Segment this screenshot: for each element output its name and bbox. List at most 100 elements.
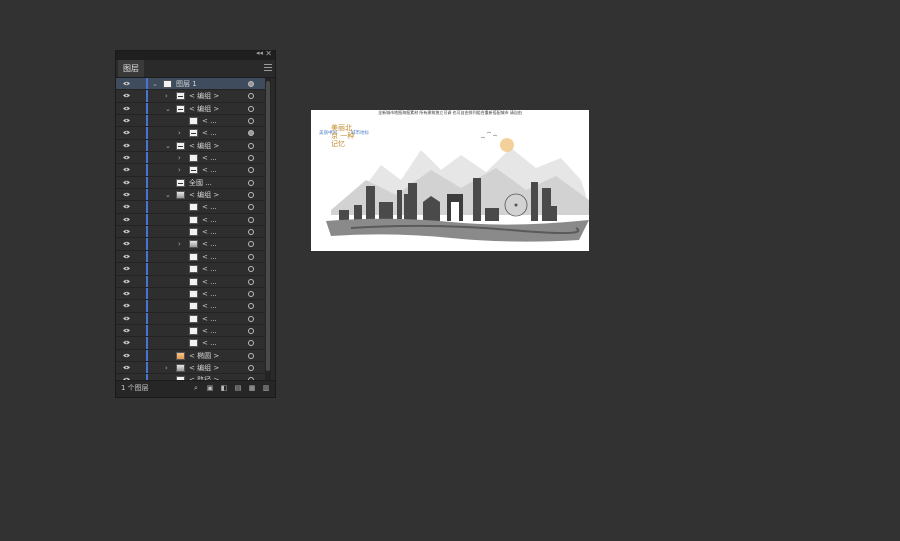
layer-row[interactable]: < ... [116, 213, 266, 227]
visibility-eye-icon[interactable] [123, 353, 130, 358]
layer-name[interactable]: < 编组 > [189, 90, 219, 102]
visibility-eye-icon[interactable] [123, 303, 130, 308]
lock-toggle[interactable] [136, 216, 142, 223]
search-icon[interactable]: ⌕ [192, 384, 200, 392]
visibility-eye-icon[interactable] [123, 279, 130, 284]
layer-row[interactable]: < ... [116, 201, 266, 214]
clip-mask-icon[interactable]: ◧ [220, 384, 228, 392]
chevron-right-icon[interactable]: › [178, 153, 181, 163]
layer-row[interactable]: › < 编组 > [116, 361, 266, 375]
layer-name[interactable]: < ... [202, 263, 217, 275]
visibility-eye-icon[interactable] [123, 167, 130, 172]
visibility-eye-icon[interactable] [123, 155, 130, 160]
lock-toggle[interactable] [136, 302, 142, 309]
visibility-eye-icon[interactable] [123, 118, 130, 123]
lock-toggle[interactable] [136, 154, 142, 161]
chevron-right-icon[interactable]: › [178, 128, 181, 138]
layer-row[interactable]: < ... [116, 226, 266, 239]
layer-name[interactable]: < ... [202, 127, 217, 139]
panel-title-bar[interactable]: ◂◂ ✕ [116, 49, 275, 60]
layer-row[interactable]: › < ... [116, 127, 266, 140]
lock-toggle[interactable] [136, 117, 142, 124]
visibility-eye-icon[interactable] [123, 291, 130, 296]
target-circle-icon[interactable] [248, 266, 254, 273]
chevron-right-icon[interactable]: › [165, 363, 168, 373]
chevron-down-icon[interactable]: ⌄ [152, 79, 158, 89]
lock-toggle[interactable] [136, 253, 142, 260]
visibility-eye-icon[interactable] [123, 328, 130, 333]
lock-toggle[interactable] [136, 240, 142, 247]
layer-row[interactable]: ⌄ < 编组 > [116, 102, 266, 116]
visibility-eye-icon[interactable] [123, 204, 130, 209]
target-circle-icon[interactable] [248, 216, 254, 223]
lock-toggle[interactable] [136, 105, 142, 112]
layer-name[interactable]: < 椭圆 > [189, 350, 219, 362]
layer-name[interactable]: < ... [202, 313, 217, 325]
layer-name[interactable]: < ... [202, 164, 217, 176]
layer-row[interactable]: < ... [116, 275, 266, 288]
layer-row[interactable]: < ... [116, 287, 266, 301]
lock-toggle[interactable] [136, 352, 142, 359]
layer-name[interactable]: < ... [202, 115, 217, 127]
target-circle-icon[interactable] [248, 303, 254, 310]
scrollbar-thumb[interactable] [266, 81, 270, 371]
visibility-eye-icon[interactable] [123, 316, 130, 321]
target-circle-icon[interactable] [248, 352, 254, 359]
layer-row[interactable]: › < 编组 > [116, 90, 266, 103]
layer-row[interactable]: < 椭圆 > [116, 349, 266, 362]
layer-name[interactable]: < 编组 > [189, 140, 219, 152]
lock-toggle[interactable] [136, 265, 142, 272]
layer-name[interactable]: < 编组 > [189, 103, 219, 115]
target-circle-icon[interactable] [248, 192, 254, 199]
target-circle-icon[interactable] [248, 167, 254, 174]
lock-toggle[interactable] [136, 339, 142, 346]
target-circle-icon[interactable] [248, 241, 254, 248]
collapse-panel-icon[interactable]: ◂◂ [256, 49, 263, 57]
layer-row[interactable]: < ... [116, 312, 266, 325]
layer-name[interactable]: 全國 ... [189, 177, 212, 189]
visibility-eye-icon[interactable] [123, 254, 130, 259]
target-circle-icon[interactable] [248, 204, 254, 211]
visibility-eye-icon[interactable] [123, 81, 130, 86]
target-circle-icon[interactable] [248, 253, 254, 260]
artboard[interactable]: 全新城市地图海报素材 所有建筑独立可调 也可自由排列组合重新搭配城市 请自由 美… [311, 110, 589, 251]
layer-row[interactable]: 全國 ... [116, 176, 266, 190]
lock-toggle[interactable] [136, 129, 142, 136]
panel-menu-icon[interactable] [264, 64, 272, 72]
target-circle-icon[interactable] [248, 105, 254, 112]
target-circle-icon[interactable] [248, 364, 254, 371]
lock-toggle[interactable] [136, 203, 142, 210]
visibility-eye-icon[interactable] [123, 130, 130, 135]
lock-toggle[interactable] [136, 228, 142, 235]
trash-icon[interactable]: ▥ [262, 384, 270, 392]
lock-toggle[interactable] [136, 166, 142, 173]
visibility-eye-icon[interactable] [123, 241, 130, 246]
layer-row[interactable]: › < ... [116, 152, 266, 165]
export-icon[interactable]: ▣ [206, 384, 214, 392]
lock-toggle[interactable] [136, 364, 142, 371]
layer-name[interactable]: < ... [202, 152, 217, 164]
visibility-eye-icon[interactable] [123, 106, 130, 111]
chevron-right-icon[interactable]: › [178, 239, 181, 249]
layer-name[interactable]: < ... [202, 337, 217, 349]
layer-row[interactable]: < ... [116, 300, 266, 313]
lock-toggle[interactable] [136, 278, 142, 285]
visibility-eye-icon[interactable] [123, 93, 130, 98]
lock-toggle[interactable] [136, 327, 142, 334]
layer-name[interactable]: < ... [202, 251, 217, 263]
layer-name[interactable]: < 编组 > [189, 362, 219, 374]
visibility-eye-icon[interactable] [123, 143, 130, 148]
layer-row[interactable]: › < ... [116, 238, 266, 251]
layer-row[interactable]: ⌄ < 编组 > [116, 189, 266, 202]
target-circle-icon[interactable] [248, 229, 254, 236]
layer-row[interactable]: ⌄ < 编组 > [116, 139, 266, 153]
visibility-eye-icon[interactable] [123, 365, 130, 370]
lock-toggle[interactable] [136, 315, 142, 322]
tab-layers[interactable]: 图层 [118, 60, 144, 77]
lock-toggle[interactable] [136, 92, 142, 99]
layer-row[interactable]: › < ... [116, 164, 266, 177]
visibility-eye-icon[interactable] [123, 217, 130, 222]
layer-name[interactable]: < ... [202, 238, 217, 250]
target-circle-icon[interactable] [248, 340, 254, 347]
target-circle-icon[interactable] [248, 327, 254, 334]
